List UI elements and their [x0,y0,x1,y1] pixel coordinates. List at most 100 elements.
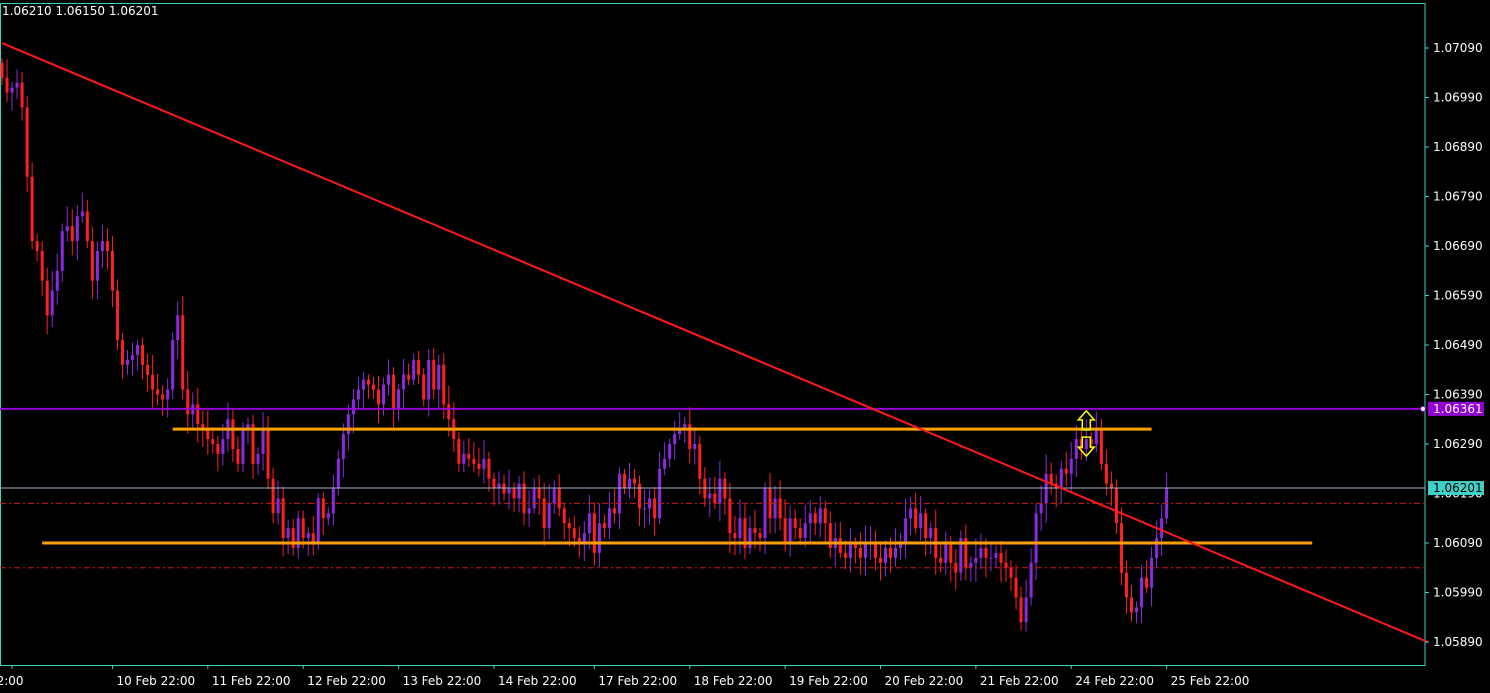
candle [422,368,426,407]
candle-body [1130,597,1133,613]
candle [698,436,702,495]
candle [397,383,401,422]
candle-body [733,533,737,539]
candle [602,514,606,539]
candle [703,467,707,507]
candle [758,527,762,552]
candle [1014,564,1018,610]
candle-body [1004,562,1008,568]
candle [492,472,496,506]
candle-body [517,483,521,499]
candle-body [793,518,797,529]
candle-body [25,107,29,177]
drawn-objects[interactable] [0,42,1429,643]
candle [85,199,89,249]
candle-body [813,513,817,524]
candle-body [412,359,416,380]
candle [803,504,807,548]
time-tick-label: 13 Feb 22:00 [403,674,482,688]
candle-body [1145,577,1149,588]
time-tick-label: 20 Feb 22:00 [885,674,964,688]
candle-body [537,488,541,499]
candle [271,467,275,524]
candle [35,233,39,261]
candle [879,543,882,581]
candle-body [432,359,436,390]
candle [336,450,340,496]
descending-trendline[interactable] [1,42,1429,643]
candle-body [291,528,295,548]
candle-body [708,493,712,499]
candle-body [989,557,993,559]
candle [1039,485,1043,531]
candle-body [241,429,245,464]
chart-frame [0,3,1426,666]
candle-body [1140,577,1144,608]
candle [848,528,852,573]
price-tick-label: 1.06290 [1433,437,1483,451]
candle-body [1059,468,1063,489]
candle-body [30,176,34,242]
candle-body [884,547,888,563]
candle-body [417,359,421,375]
candle-body [110,250,114,291]
candle [351,389,355,434]
candle-body [949,543,953,563]
candle [251,414,255,479]
candle [427,349,431,417]
candle [643,489,647,528]
candle [281,486,285,557]
candle-body [668,444,672,459]
candle [266,415,270,490]
candle-body [472,458,476,464]
candle [663,442,667,476]
candle [1074,425,1078,478]
candle-body [738,518,742,539]
candle-body [211,439,215,444]
candle-body [1009,567,1013,578]
candle-body [422,374,426,400]
candle [291,518,295,556]
candle [924,508,928,557]
candle-body [176,315,180,341]
candle-body [673,434,677,444]
candle-body [1064,468,1068,474]
candle [678,412,682,440]
candle-body [146,364,150,375]
candle-body [808,513,812,524]
candle [1069,442,1073,493]
candle-body [306,533,310,539]
candle [688,407,692,464]
candle [100,224,104,269]
candle [919,496,923,541]
candle-body [100,241,104,251]
price-tick-label: 1.06490 [1433,338,1483,352]
candle [331,474,335,526]
candle [713,477,717,509]
candle-body [377,389,380,405]
candle-body [693,444,697,449]
candle [482,440,486,484]
candle-body [1099,429,1103,464]
candle [788,505,792,557]
candle-body [944,543,948,563]
candle-body [984,547,988,558]
candle [311,516,315,556]
candle-body [557,488,561,509]
candle [1165,472,1169,525]
candle [562,502,566,540]
candle [181,295,185,400]
price-chart[interactable]: 1.07090 1.06990 1.06890 1.06790 1.06690 1.065… [0,0,1490,693]
candle [216,435,220,472]
candle [873,530,877,570]
candle-body [653,498,657,519]
line-anchor-dot[interactable] [1420,405,1426,412]
candle-body [1034,513,1038,563]
candle-body [95,250,99,281]
candle [512,482,516,512]
time-tick-label: 18 Feb 22:00 [694,674,773,688]
candle-body [216,444,220,454]
candle [120,333,124,379]
candle [522,471,526,526]
horizontal-line-price-tag: 1.06361 [1433,402,1483,416]
